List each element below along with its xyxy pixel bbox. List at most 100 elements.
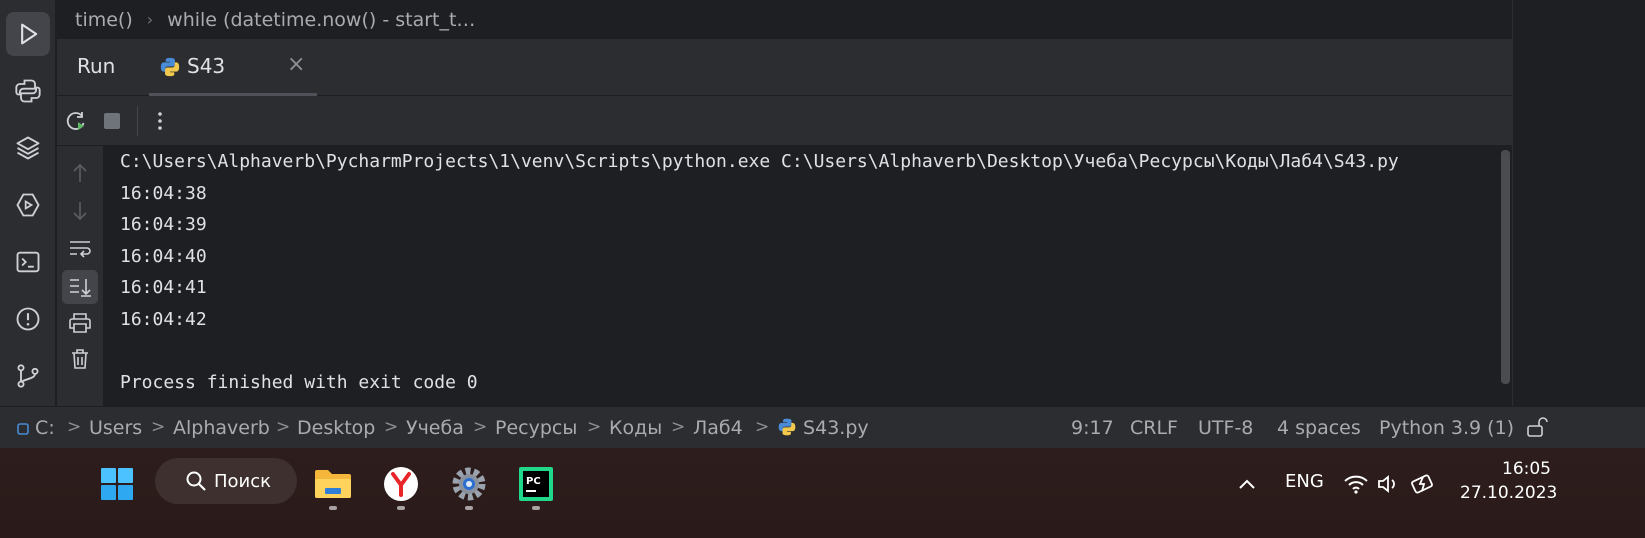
- rerun-button[interactable]: [59, 104, 93, 138]
- console-scrollbar[interactable]: [1499, 146, 1512, 406]
- chevron-right-icon: >: [587, 417, 602, 437]
- battery-charging-icon: [1411, 474, 1433, 494]
- rerun-icon: [66, 112, 85, 130]
- status-bar: C: > Users > Alphaverb > Desktop > Учеба…: [0, 406, 1645, 448]
- search-icon: [186, 471, 206, 491]
- chevron-up-icon: [1239, 479, 1255, 489]
- run-panel-title: Run: [77, 54, 116, 78]
- arrow-up-icon: [73, 163, 87, 182]
- layers-icon: [16, 136, 40, 160]
- path-crumb[interactable]: Desktop: [297, 417, 375, 439]
- console-line: 16:04:42: [120, 309, 207, 330]
- code-breadcrumb: time() › while (datetime.now() - start_t…: [57, 0, 1586, 40]
- windows-logo-icon: [101, 468, 133, 500]
- yandex-browser-icon: [384, 467, 418, 501]
- drive-crumb[interactable]: C:: [17, 417, 55, 439]
- square-icon: [17, 423, 29, 435]
- path-crumb[interactable]: Коды: [609, 417, 662, 439]
- stop-button[interactable]: [95, 104, 129, 138]
- services-button[interactable]: [6, 183, 50, 227]
- scroll-up-button[interactable]: [62, 156, 98, 190]
- caret-position[interactable]: 9:17: [1071, 417, 1114, 439]
- run-icon: [21, 23, 38, 45]
- breadcrumb-item[interactable]: time(): [75, 9, 133, 31]
- scrollbar-thumb[interactable]: [1501, 150, 1510, 384]
- chevron-right-icon: >: [151, 417, 166, 437]
- chevron-right-icon: >: [473, 417, 488, 437]
- python-console-button[interactable]: [6, 69, 50, 113]
- file-name: S43.py: [803, 417, 869, 439]
- pycharm-icon: PC: [519, 467, 553, 501]
- layers-button[interactable]: [6, 126, 50, 170]
- clock-time[interactable]: 16:05: [1502, 459, 1551, 479]
- path-crumb[interactable]: Alphaverb: [173, 417, 270, 439]
- console-line: 16:04:40: [120, 246, 207, 267]
- yandex-browser-app[interactable]: [377, 460, 425, 508]
- gear-icon: [452, 467, 486, 501]
- indent-setting[interactable]: 4 spaces: [1277, 417, 1361, 439]
- chevron-right-icon: >: [755, 417, 770, 437]
- run-tab-label: S43: [187, 54, 226, 78]
- path-crumb[interactable]: Users: [89, 417, 142, 439]
- chevron-right-icon: >: [276, 417, 291, 437]
- console-line: 16:04:38: [120, 183, 207, 204]
- scroll-to-end-button[interactable]: [62, 270, 98, 304]
- chevron-right-icon: ›: [146, 10, 154, 29]
- run-tab-s43[interactable]: S43 ×: [149, 40, 317, 96]
- search-label: Поиск: [214, 470, 272, 492]
- line-separator[interactable]: CRLF: [1130, 417, 1178, 439]
- scroll-to-end-icon: [70, 279, 91, 297]
- start-button[interactable]: [93, 460, 141, 508]
- file-crumb[interactable]: S43.py: [777, 417, 869, 439]
- battery-button[interactable]: [1400, 460, 1448, 508]
- scroll-down-button[interactable]: [62, 194, 98, 228]
- terminal-button[interactable]: [6, 240, 50, 284]
- settings-app[interactable]: [445, 460, 493, 508]
- printer-icon: [69, 313, 91, 333]
- console-side-toolbar: [57, 146, 103, 406]
- arrow-down-icon: [73, 202, 87, 221]
- clear-all-button[interactable]: [62, 342, 98, 376]
- problems-icon: [16, 307, 40, 331]
- show-hidden-icons-button[interactable]: [1223, 460, 1271, 508]
- input-language[interactable]: ENG: [1285, 471, 1324, 492]
- chevron-right-icon: >: [671, 417, 686, 437]
- unlock-icon: [1527, 417, 1548, 437]
- close-icon[interactable]: ×: [287, 52, 305, 77]
- path-crumb[interactable]: Учеба: [406, 417, 464, 439]
- console-line: 16:04:39: [120, 214, 207, 235]
- file-encoding[interactable]: UTF-8: [1198, 417, 1253, 439]
- chevron-right-icon: >: [67, 417, 82, 437]
- run-tool-button[interactable]: [6, 12, 50, 56]
- path-crumb: C:: [35, 417, 55, 439]
- python-icon: [15, 79, 41, 103]
- toolbar-divider: [137, 106, 138, 136]
- taskbar-search[interactable]: Поиск: [155, 458, 297, 504]
- print-button[interactable]: [62, 306, 98, 340]
- path-crumb[interactable]: Лаб4: [693, 417, 743, 439]
- running-indicator: [329, 506, 337, 510]
- soft-wrap-icon: [70, 241, 91, 258]
- folder-icon: [315, 470, 351, 498]
- svg-text:PC: PC: [526, 476, 541, 487]
- file-explorer-app[interactable]: [309, 460, 357, 508]
- readonly-toggle[interactable]: [1524, 415, 1548, 444]
- pycharm-app[interactable]: PC: [512, 460, 560, 508]
- stop-icon: [104, 113, 120, 129]
- interpreter-selector[interactable]: Python 3.9 (1): [1379, 417, 1514, 439]
- windows-taskbar: Поиск PC ENG 16:05 27.10.2023: [0, 448, 1645, 538]
- problems-button[interactable]: [6, 297, 50, 341]
- git-branch-icon: [17, 364, 39, 388]
- python-file-icon: [160, 57, 180, 77]
- soft-wrap-button[interactable]: [62, 232, 98, 266]
- console-line: 16:04:41: [120, 277, 207, 298]
- breadcrumb-item[interactable]: while (datetime.now() - start_t…: [167, 9, 475, 31]
- terminal-icon: [16, 251, 40, 273]
- console-output[interactable]: C:\Users\Alphaverb\PycharmProjects\1\ven…: [103, 146, 1499, 406]
- path-crumb[interactable]: Ресурсы: [495, 417, 577, 439]
- clock-date[interactable]: 27.10.2023: [1460, 483, 1557, 503]
- running-indicator: [465, 506, 473, 510]
- git-button[interactable]: [6, 354, 50, 398]
- more-options-button[interactable]: [143, 104, 177, 138]
- console-command-line: C:\Users\Alphaverb\PycharmProjects\1\ven…: [120, 151, 1399, 172]
